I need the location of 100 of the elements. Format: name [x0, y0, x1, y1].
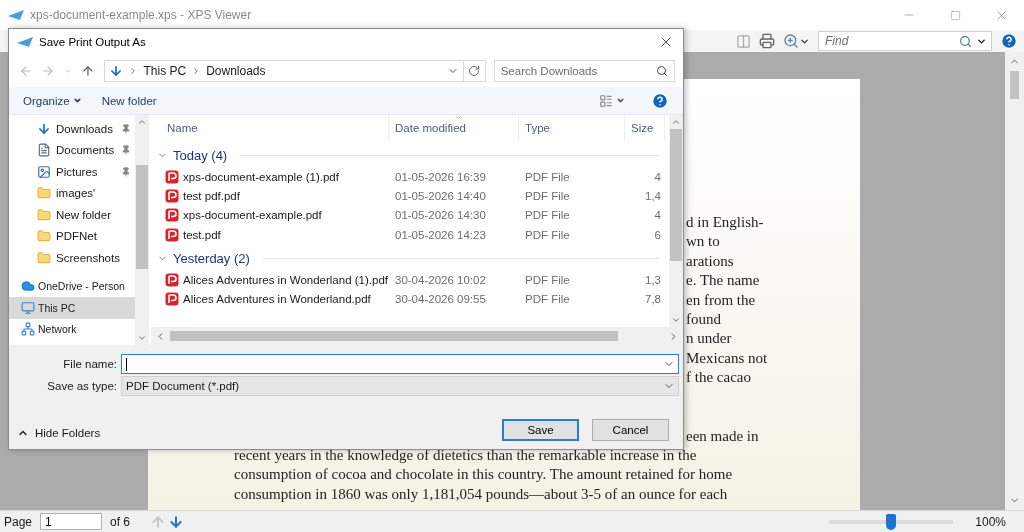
find-box[interactable]: Find: [818, 31, 992, 51]
page-layout-button[interactable]: [736, 33, 751, 49]
help-icon: [651, 91, 669, 110]
back-icon[interactable]: [19, 64, 33, 78]
download-arrow-icon: [37, 121, 51, 136]
list-view-icon: [599, 93, 613, 108]
scroll-up-icon[interactable]: [137, 117, 147, 127]
slider-thumb[interactable]: [886, 513, 897, 530]
forward-icon[interactable]: [40, 64, 55, 78]
nav-item[interactable]: Pictures: [9, 161, 135, 183]
folder-icon: [37, 186, 51, 201]
page-count: of 6: [110, 514, 131, 529]
address-bar[interactable]: This PC Downloads: [104, 60, 464, 82]
caret-icon: [72, 96, 82, 105]
text-cursor: [126, 357, 127, 371]
search-icon: [656, 65, 668, 77]
column-header[interactable]: Date modified: [389, 115, 519, 141]
file-row[interactable]: Alices Adventures in Wonderland (1).pdf 30-04-2026 10:02 PDF File 1,3: [151, 270, 669, 290]
print-button[interactable]: [759, 33, 775, 49]
nav-item[interactable]: This PC: [9, 297, 135, 319]
document-text-line: n under: [686, 329, 733, 349]
file-row[interactable]: test.pdf 01-05-2026 14:23 PDF File 6: [151, 224, 669, 245]
column-header[interactable]: Name: [151, 115, 389, 141]
document-text-line: f the cacao: [686, 368, 752, 388]
pdf-file-icon: [165, 227, 179, 242]
dialog-title: Save Print Output As: [39, 36, 146, 48]
nav-item[interactable]: Documents: [9, 139, 135, 161]
recent-caret-icon[interactable]: [62, 66, 73, 76]
help-button[interactable]: [1000, 32, 1018, 50]
nav-item[interactable]: New folder: [9, 204, 135, 226]
document-text-line: d in English-: [686, 213, 765, 232]
file-row[interactable]: xps-document-example (1).pdf 01-05-2026 16:39 PDF File 4: [151, 167, 669, 187]
maximize-icon: [949, 9, 961, 21]
nav-item[interactable]: Downloads: [9, 118, 135, 140]
dialog-button[interactable]: Save: [502, 419, 579, 441]
breadcrumb-item[interactable]: This PC: [143, 64, 187, 78]
page-layout-icon: [736, 33, 751, 49]
document-text-line: consumption in 1860 was only 1,181,054 pounds—about 3-5 of an ounce for each: [234, 484, 729, 504]
refresh-button[interactable]: [463, 60, 486, 82]
file-row[interactable]: Alices Adventures in Wonderland.pdf 30-04-2026 09:55 PDF File 7,8: [151, 289, 669, 309]
file-row[interactable]: xps-document-example.pdf 01-05-2026 14:30 PDF File 4: [151, 205, 669, 225]
search-field[interactable]: Search Downloads: [493, 60, 675, 82]
pdf-file-icon: [165, 292, 179, 307]
sort-caret-icon: [453, 115, 463, 122]
magnifier-icon: [783, 33, 799, 49]
column-header[interactable]: Size: [625, 115, 665, 141]
scrollbar-thumb[interactable]: [170, 331, 618, 341]
document-text-line: een made in: [686, 426, 760, 446]
search-icon: [959, 34, 972, 48]
scroll-down-icon[interactable]: [671, 315, 681, 325]
caret-icon: [616, 96, 625, 105]
cloud-icon: [21, 279, 35, 294]
file-row[interactable]: test pdf.pdf 01-05-2026 14:40 PDF File 1,4: [151, 186, 669, 206]
pdf-file-icon: [165, 272, 179, 287]
folder-icon: [37, 250, 51, 265]
app-logo-icon: [17, 37, 33, 47]
group-header: Today (4): [173, 147, 228, 163]
refresh-icon: [468, 65, 481, 77]
pdf-file-icon: [165, 169, 179, 184]
nav-item[interactable]: Screenshots: [9, 247, 135, 269]
field-label: File name:: [62, 358, 117, 370]
network-icon: [21, 322, 35, 337]
nav-item[interactable]: PDFNet: [9, 225, 135, 247]
document-text-line: recent years in the knowledge of dietetics than the remarkable increase in the: [234, 445, 698, 465]
command-button[interactable]: New folder: [101, 94, 157, 107]
page-label: Page: [4, 514, 33, 529]
hide-folders-button[interactable]: Hide Folders: [17, 427, 101, 439]
file-name-field[interactable]: [121, 354, 679, 374]
pdf-file-icon: [165, 208, 179, 223]
view-options-button[interactable]: [599, 93, 625, 108]
nav-item[interactable]: images': [9, 182, 135, 204]
dialog-button[interactable]: Cancel: [592, 419, 669, 441]
scrollbar-thumb[interactable]: [1010, 71, 1019, 99]
file-type-dropdown[interactable]: PDF Document (*.pdf): [121, 376, 679, 396]
command-button[interactable]: Organize: [23, 94, 82, 107]
document-text-line: Mexicans not: [686, 348, 769, 368]
help-button[interactable]: [651, 91, 669, 110]
field-label: Save as type:: [46, 380, 117, 392]
document-text-line: en from the: [686, 290, 757, 310]
breadcrumb-item[interactable]: Downloads: [206, 64, 266, 78]
app-logo-icon: [8, 10, 24, 20]
document-text-line: e. The name: [686, 271, 761, 291]
folder-icon: [37, 207, 51, 222]
scroll-down-icon[interactable]: [137, 333, 147, 343]
scroll-up-icon[interactable]: [671, 117, 681, 127]
window-title: xps-document-example.xps - XPS Viewer: [30, 8, 252, 22]
find-field[interactable]: Find: [823, 33, 955, 49]
page-number-field[interactable]: 1: [40, 513, 103, 530]
nav-item[interactable]: Network: [9, 318, 135, 340]
up-icon[interactable]: [80, 64, 95, 78]
zoom-button[interactable]: [783, 33, 810, 49]
nav-item[interactable]: OneDrive - Person: [9, 275, 135, 297]
scrollbar-thumb[interactable]: [136, 165, 148, 269]
folder-icon: [37, 229, 51, 244]
column-header[interactable]: Type: [519, 115, 625, 141]
zoom-percent: 100%: [975, 514, 1006, 529]
document-icon: [37, 143, 51, 158]
picture-icon: [37, 164, 51, 179]
group-header: Yesterday (2): [173, 250, 250, 266]
scrollbar-thumb[interactable]: [670, 129, 682, 261]
